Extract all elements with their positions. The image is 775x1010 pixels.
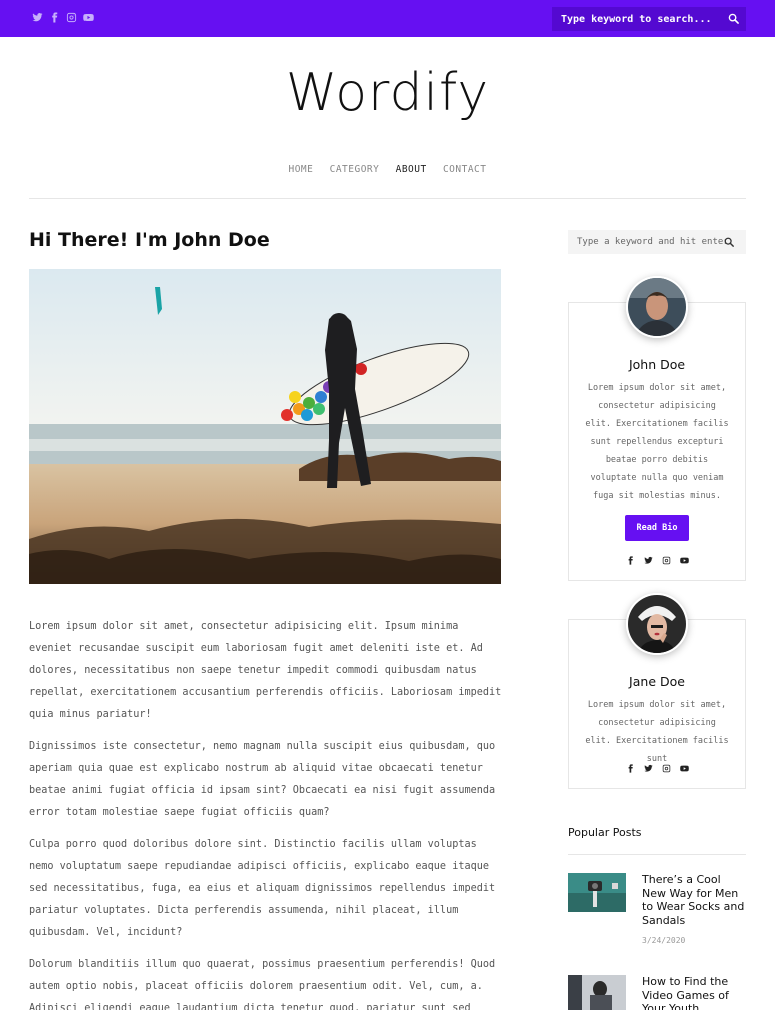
top-search (552, 7, 746, 31)
popular-posts-heading: Popular Posts (568, 826, 642, 839)
twitter-icon[interactable] (32, 10, 43, 24)
instagram-icon[interactable] (66, 10, 77, 24)
post-thumbnail[interactable] (568, 873, 626, 912)
bio-card-john: John Doe Lorem ipsum dolor sit amet, con… (568, 276, 746, 581)
bio-text: Lorem ipsum dolor sit amet, consectetur … (585, 700, 729, 764)
popular-post[interactable]: How to Find the Video Games of Your Yout… (568, 975, 746, 1010)
page-title: Hi There! I'm John Doe (29, 229, 270, 251)
bio-card-jane: Jane Doe Lorem ipsum dolor sit amet, con… (568, 593, 746, 789)
site-logo[interactable]: Wordify (0, 63, 775, 123)
article-paragraph: Dolorum blanditiis illum quo quaerat, po… (29, 959, 496, 1010)
bio-social-links (569, 764, 745, 773)
sidebar-search-input[interactable] (568, 230, 726, 254)
article-paragraph: Culpa porro quod doloribus dolore sint. … (29, 839, 496, 938)
search-icon[interactable] (724, 237, 734, 247)
bio-text: Lorem ipsum dolor sit amet, consectetur … (585, 383, 729, 501)
youtube-icon[interactable] (679, 764, 689, 773)
hero-image (29, 269, 501, 584)
popular-posts-divider (568, 854, 746, 855)
top-bar (0, 0, 775, 37)
search-icon[interactable] (728, 13, 739, 24)
article-body: Lorem ipsum dolor sit amet, consectetur … (29, 616, 503, 1010)
post-date: 3/24/2020 (642, 936, 686, 945)
sidebar-search (568, 230, 746, 254)
post-title[interactable]: There’s a Cool New Way for Men to Wear S… (642, 873, 748, 927)
bio-name: Jane Doe (629, 674, 685, 689)
facebook-icon[interactable] (626, 556, 635, 565)
main-nav: HOME CATEGORY ABOUT CONTACT (0, 164, 775, 175)
article-paragraph: Dignissimos iste consectetur, nemo magna… (29, 741, 496, 818)
nav-item-about[interactable]: ABOUT (396, 164, 427, 175)
popular-post[interactable]: There’s a Cool New Way for Men to Wear S… (568, 873, 746, 953)
nav-item-contact[interactable]: CONTACT (443, 164, 487, 175)
post-title[interactable]: How to Find the Video Games of Your Yout… (642, 975, 746, 1010)
facebook-icon[interactable] (49, 10, 60, 24)
article-paragraph: Lorem ipsum dolor sit amet, consectetur … (29, 621, 502, 720)
twitter-icon[interactable] (643, 556, 653, 565)
header-divider (29, 198, 746, 199)
avatar (626, 593, 688, 655)
twitter-icon[interactable] (643, 764, 653, 773)
read-bio-button[interactable]: Read Bio (625, 515, 689, 541)
youtube-icon[interactable] (679, 556, 689, 565)
post-thumbnail[interactable] (568, 975, 626, 1010)
instagram-icon[interactable] (662, 556, 671, 565)
bio-name: John Doe (628, 357, 686, 372)
top-search-input[interactable] (552, 7, 722, 31)
top-social-links (32, 10, 94, 24)
youtube-icon[interactable] (83, 10, 94, 24)
avatar (626, 276, 688, 338)
nav-item-category[interactable]: CATEGORY (330, 164, 380, 175)
instagram-icon[interactable] (662, 764, 671, 773)
nav-item-home[interactable]: HOME (288, 164, 313, 175)
bio-social-links (569, 556, 745, 565)
facebook-icon[interactable] (626, 764, 635, 773)
